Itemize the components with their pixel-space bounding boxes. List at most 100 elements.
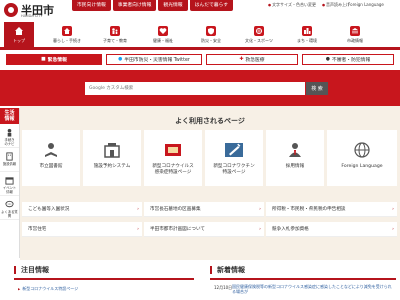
- reservation-icon: [104, 143, 120, 158]
- category-nav: トップ 暮らし・手続き 子育て・教育 健康・福祉 防災・安全 文化・スポーツ ま…: [0, 22, 400, 50]
- nav-item-label: 子育て・教育: [103, 38, 127, 43]
- link-label: こども園等入園状況: [28, 207, 70, 212]
- tab-citizens[interactable]: 市民向け情報: [72, 0, 111, 11]
- link-label: 半田市都市計画図について: [150, 227, 205, 232]
- tab-tourism[interactable]: 観光情報: [158, 0, 188, 11]
- tab-business[interactable]: 事業者向け情報: [112, 0, 157, 11]
- event-info-label: イベント 情報: [2, 186, 17, 194]
- frequent-pages-title: よく利用されるページ: [175, 117, 245, 125]
- life-info-title: 生活 情報: [0, 108, 19, 124]
- facility-info-link[interactable]: 施設情報: [0, 148, 19, 172]
- link-municipal-housing[interactable]: 市営住宅: [22, 222, 142, 237]
- urgent-info-label: 緊急情報: [47, 58, 67, 63]
- link-label: 市営長石墓地の区画募集: [150, 207, 201, 212]
- health-icon: [158, 26, 168, 36]
- nav-item-top[interactable]: トップ: [4, 22, 34, 47]
- facility-info-label: 施設情報: [2, 162, 17, 166]
- twitter-icon: ●: [118, 57, 123, 62]
- tile-label: 施設予約システム: [93, 164, 131, 169]
- link-urban-planning-map[interactable]: 半田市都市計画図について: [144, 222, 264, 237]
- tile-label: 市立図書館: [39, 164, 63, 169]
- nav-item-childcare[interactable]: 子育て・教育: [100, 22, 130, 47]
- link-bidding-qualification[interactable]: 競争入札参加資格: [266, 222, 397, 237]
- family-icon: [110, 26, 120, 36]
- news-title: 新着情報: [210, 266, 245, 274]
- procedure-navi-label: 手続き のナビ: [4, 138, 15, 146]
- event-info-link[interactable]: イベント 情報: [0, 172, 19, 196]
- nav-item-government[interactable]: 市政情報: [340, 22, 370, 47]
- read-aloud-link[interactable]: 音声読み上げ: [322, 2, 350, 8]
- search-band: 検 索: [0, 70, 400, 106]
- nav-item-label: 健康・福祉: [153, 38, 173, 43]
- nav-item-label: まち・環境: [297, 38, 317, 43]
- news-date: 12月10日: [214, 285, 233, 290]
- tile-corona-vaccine[interactable]: 新型コロナワクチン 特設ページ: [205, 130, 263, 186]
- chat-icon: [5, 200, 14, 208]
- link-label: 市営住宅: [28, 227, 47, 232]
- tile-label: 採用情報: [285, 164, 305, 169]
- vaccine-icon: [225, 143, 243, 157]
- suspicious-person-button[interactable]: ● 不審者・防犯情報: [302, 54, 394, 65]
- tile-label: Foreign Language: [341, 164, 383, 169]
- nav-item-health[interactable]: 健康・福祉: [148, 22, 178, 47]
- notice-title: 注目情報: [14, 266, 49, 274]
- notice-item[interactable]: 新型コロナウイルス特設ページ: [18, 286, 78, 292]
- tile-foreign-language[interactable]: Foreign Language: [327, 130, 397, 186]
- nav-item-safety[interactable]: 防災・安全: [196, 22, 226, 47]
- faq-label: よくある質問: [1, 210, 18, 218]
- link-kindergarten-status[interactable]: こども園等入園状況: [22, 202, 142, 217]
- search-input[interactable]: [85, 82, 305, 95]
- news-divider: [210, 278, 396, 280]
- site-header: 半田市 HANDA CITY 市民向け情報 事業者向け情報 観光情報 はんだで暮…: [0, 0, 400, 22]
- audience-tabs: 市民向け情報 事業者向け情報 観光情報 はんだで暮らす: [72, 0, 235, 11]
- warning-icon: ■: [41, 57, 46, 62]
- nav-item-label: トップ: [13, 38, 25, 43]
- utility-links: 文字サイズ・色合い変更 音声読み上げ: [268, 2, 356, 8]
- urgent-info-button[interactable]: ■ 緊急情報: [6, 54, 102, 65]
- tile-recruitment[interactable]: 採用情報: [266, 130, 324, 186]
- procedure-navi-link[interactable]: 手続き のナビ: [0, 124, 19, 148]
- house-icon: [62, 26, 72, 36]
- link-tax-consultation[interactable]: 所得税・市民税・県民税の申告相談: [266, 202, 397, 217]
- tile-label: 新型コロナワクチン 特設ページ: [213, 164, 255, 175]
- government-icon: [350, 26, 360, 36]
- logo-subtitle: HANDA CITY: [21, 14, 43, 18]
- life-info-panel: 生活 情報 手続き のナビ 施設情報 イベント 情報 よくある質問: [0, 108, 20, 258]
- link-label: 所得税・市民税・県民税の申告相談: [272, 207, 346, 212]
- link-label: 競争入札参加資格: [272, 227, 309, 232]
- disaster-twitter-label: 半田市防災・災害情報 Twitter: [124, 58, 190, 63]
- tile-corona-info[interactable]: 新型コロナウイルス 感染症特設ページ: [144, 130, 202, 186]
- city-emblem-icon: [4, 3, 18, 17]
- faq-link[interactable]: よくある質問: [0, 196, 19, 220]
- culture-icon: [254, 26, 264, 36]
- home-icon: [15, 27, 23, 35]
- nav-item-town[interactable]: まち・環境: [292, 22, 322, 47]
- tile-label: 新型コロナウイルス 感染症特設ページ: [152, 164, 194, 175]
- foreign-language-link[interactable]: Foreign Language: [348, 2, 384, 7]
- nav-item-living[interactable]: 暮らし・手続き: [52, 22, 82, 47]
- globe-icon: [354, 142, 370, 158]
- tile-library[interactable]: 市立図書館: [22, 130, 80, 186]
- library-icon: [45, 143, 57, 157]
- nav-item-label: 防災・安全: [201, 38, 221, 43]
- emergency-medical-button[interactable]: ✚ 救急医療: [206, 54, 298, 65]
- person-alert-icon: ●: [325, 57, 330, 62]
- hospital-icon: ✚: [239, 57, 244, 62]
- link-cemetery-plots[interactable]: 市営長石墓地の区画募集: [144, 202, 264, 217]
- search-button[interactable]: 検 索: [306, 82, 328, 95]
- tile-facility-reservation[interactable]: 施設予約システム: [83, 130, 141, 186]
- shield-icon: [206, 26, 216, 36]
- notice-divider: [14, 278, 194, 280]
- suspicious-person-label: 不審者・防犯情報: [331, 58, 371, 63]
- navigator-icon: [7, 128, 12, 137]
- nav-item-culture[interactable]: 文化・スポーツ: [244, 22, 274, 47]
- nav-item-label: 暮らし・手続き: [53, 38, 81, 43]
- building-icon: [6, 152, 13, 161]
- news-item[interactable]: 国民健康保険税等の新型コロナウイルス感染症に感染したことなどにより減免を受けられ…: [232, 284, 392, 294]
- nav-item-label: 文化・スポーツ: [245, 38, 273, 43]
- corona-icon: [165, 144, 181, 156]
- page: 半田市 HANDA CITY 市民向け情報 事業者向け情報 観光情報 はんだで暮…: [0, 0, 400, 300]
- text-size-link[interactable]: 文字サイズ・色合い変更: [268, 2, 316, 8]
- disaster-twitter-button[interactable]: ● 半田市防災・災害情報 Twitter: [106, 54, 202, 65]
- tab-living-in-handa[interactable]: はんだで暮らす: [189, 0, 234, 11]
